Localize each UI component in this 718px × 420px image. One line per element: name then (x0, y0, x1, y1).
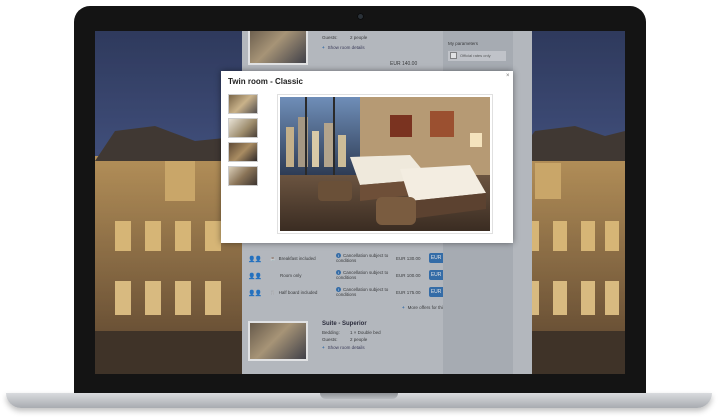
camera-icon (357, 13, 364, 20)
modal-title: Twin room - Classic (228, 77, 303, 86)
laptop-frame: Guests: 2 people + Show room details EUR 1… (74, 6, 646, 398)
laptop-screen: Guests: 2 people + Show room details EUR 1… (95, 31, 625, 374)
photo-thumbnail[interactable] (228, 94, 258, 114)
photo-thumbnail[interactable] (228, 142, 258, 162)
room-photo-modal: Twin room - Classic × (221, 71, 513, 243)
room-photo-image (280, 97, 490, 231)
main-room-photo (277, 94, 493, 234)
close-icon[interactable]: × (506, 73, 510, 79)
photo-thumbnail[interactable] (228, 166, 258, 186)
laptop-notch (320, 393, 398, 399)
photo-thumbnail[interactable] (228, 118, 258, 138)
laptop-base (6, 393, 712, 408)
